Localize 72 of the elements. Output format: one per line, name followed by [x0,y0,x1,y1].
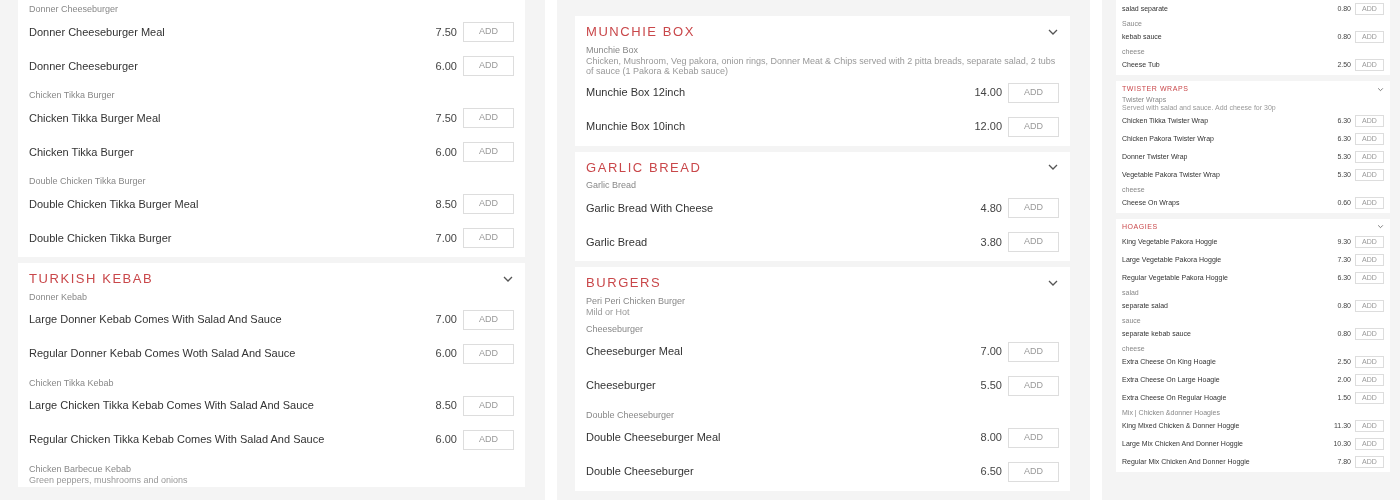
add-button[interactable]: ADD [1008,198,1059,218]
item-price: 8.50 [435,398,457,414]
item-name: Donner Cheeseburger [29,58,139,74]
item-name: Cheeseburger Meal [586,344,684,360]
add-button[interactable]: ADD [1008,427,1059,448]
group-label: Chicken Tikka Burger [29,89,116,101]
item-price: 6.00 [435,346,457,362]
group-label: Cheeseburger [586,322,645,335]
group-label: Donner Kebab [29,290,89,303]
item-price: 7.00 [435,230,457,246]
item-price: 8.00 [980,430,1002,446]
group-label: Peri Peri Chicken Burger [586,294,687,307]
category-title: BURGERS [586,274,662,292]
group-label: Double Cheeseburger [586,408,676,421]
item-name: Regular Donner Kebab Comes Woth Salad And Sauce [29,346,297,362]
group-label: Chicken Tikka Kebab [29,376,115,389]
group-description: Mild or Hot [586,306,631,317]
group-description: Chicken, Mushroom, Veg pakora, onion rings, Donner Meat & Chips served with 2 pitta breads, separate salad, 2 tubs of sauce (1 Pakora & Kebab sauce) [586,55,1057,76]
add-button[interactable]: ADD [1008,116,1059,137]
item-name: Large Donner Kebab Comes With Salad And Sauce [29,312,283,328]
add-button[interactable]: ADD [463,108,514,128]
item-price: 7.00 [980,344,1002,360]
group-label: Munchie Box [586,43,640,56]
item-price: 7.00 [435,312,457,328]
item-price: 6.50 [980,464,1002,480]
group-label: Donner Cheeseburger [29,3,120,15]
add-button[interactable]: ADD [463,429,514,450]
item-name: Cheeseburger [586,378,657,394]
item-name: Munchie Box 12inch [586,85,687,101]
item-name: Large Chicken Tikka Kebab Comes With Salad And Sauce [29,398,315,414]
group-label: Chicken Barbecue Kebab [29,462,133,475]
item-price: 12.00 [974,119,1002,135]
add-button[interactable]: ADD [463,309,514,330]
item-name: Donner Cheeseburger Meal [29,24,166,40]
item-price: 7.50 [435,24,457,40]
item-name: Regular Chicken Tikka Kebab Comes With Salad And Sauce [29,432,326,448]
item-price: 3.80 [980,234,1002,250]
item-name: Double Cheeseburger [586,464,695,480]
item-price: 8.50 [435,196,457,212]
add-button[interactable]: ADD [1008,82,1059,103]
category-title: TURKISH KEBAB [29,270,154,288]
item-name: Double Cheeseburger Meal [586,430,722,446]
add-button[interactable]: ADD [463,194,514,214]
category-title: MUNCHIE BOX [586,23,695,41]
item-price: 7.50 [435,110,457,126]
item-price: 6.00 [435,432,457,448]
add-button[interactable]: ADD [463,228,514,248]
add-button[interactable]: ADD [463,343,514,364]
add-button[interactable]: ADD [1008,375,1059,396]
add-button[interactable]: ADD [463,142,514,162]
item-price: 5.50 [980,378,1002,394]
item-price: 4.80 [980,200,1002,216]
group-label: Garlic Bread [586,179,638,191]
item-name: Double Chicken Tikka Burger Meal [29,196,200,212]
item-name: Munchie Box 10inch [586,119,687,135]
item-name: Garlic Bread With Cheese [586,200,715,216]
item-name: Chicken Tikka Burger Meal [29,110,162,126]
item-price: 6.00 [435,144,457,160]
category-title: GARLIC BREAD [586,158,702,177]
item-name: Double Chicken Tikka Burger [29,230,173,246]
add-button[interactable]: ADD [1008,341,1059,362]
group-description: Green peppers, mushrooms and onions [29,474,189,485]
item-price: 6.00 [435,58,457,74]
add-button[interactable]: ADD [463,56,514,76]
add-button[interactable]: ADD [1008,461,1059,482]
item-name: Chicken Tikka Burger [29,144,135,160]
item-name: Garlic Bread [586,234,649,250]
add-button[interactable]: ADD [463,395,514,416]
group-label: Double Chicken Tikka Burger [29,175,147,187]
add-button[interactable]: ADD [463,22,514,42]
item-price: 14.00 [974,85,1002,101]
add-button[interactable]: ADD [1008,232,1059,252]
